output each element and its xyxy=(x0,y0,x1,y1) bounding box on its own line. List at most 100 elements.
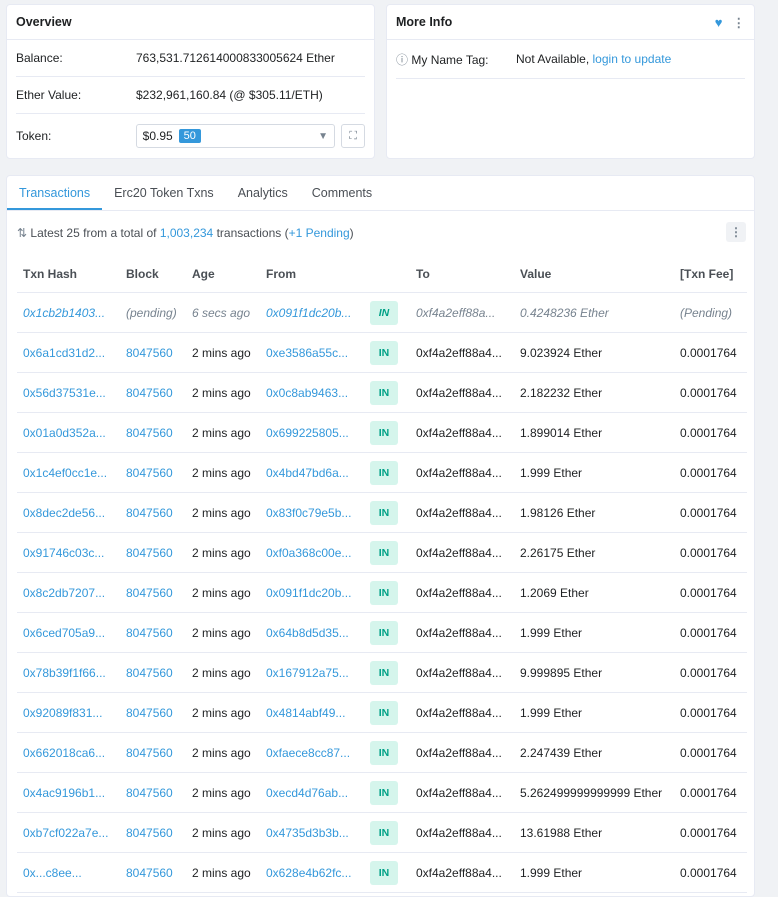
header-txn-hash: Txn Hash xyxy=(17,256,120,293)
from-address-link[interactable]: 0x4bd47bd6a... xyxy=(260,452,364,493)
block-link[interactable]: 8047560 xyxy=(120,652,186,693)
txn-hash-link[interactable]: 0xb7cf022a7e... xyxy=(17,812,120,853)
txn-hash-link[interactable]: 0x1cb2b1403... xyxy=(17,292,120,333)
from-address-link[interactable]: 0x4814abf49... xyxy=(260,692,364,733)
from-address-link[interactable]: 0xecd4d76ab... xyxy=(260,772,364,813)
tab-analytics[interactable]: Analytics xyxy=(226,186,300,210)
from-address-link[interactable]: 0x699225805... xyxy=(260,412,364,453)
overview-title: Overview xyxy=(7,5,374,40)
block-link[interactable]: 8047560 xyxy=(120,852,186,893)
block-link[interactable]: 8047560 xyxy=(120,812,186,853)
txn-fee-cell: 0.0001764 xyxy=(674,732,747,773)
txn-fee-cell: 0.0001764 xyxy=(674,852,747,893)
header-from: From xyxy=(260,256,364,293)
block-link[interactable]: 8047560 xyxy=(120,532,186,573)
tab-comments[interactable]: Comments xyxy=(300,186,384,210)
txn-hash-link[interactable]: 0x01a0d352a... xyxy=(17,412,120,453)
txn-hash-link[interactable]: 0x91746c03c... xyxy=(17,532,120,573)
table-row: 0x01a0d352a... 8047560 2 mins ago 0x6992258… xyxy=(17,412,747,453)
value-cell: 2.26175 Ether xyxy=(514,532,674,573)
table-row: 0x56d37531e... 8047560 2 mins ago 0x0c8ab94… xyxy=(17,372,747,413)
ether-value: $232,961,160.84 (@ $305.11/ETH) xyxy=(136,88,323,102)
txn-hash-link[interactable]: 0x92089f831... xyxy=(17,692,120,733)
txn-fee-cell: (Pending) xyxy=(674,292,747,333)
txn-hash-link[interactable]: 0x56d37531e... xyxy=(17,372,120,413)
txn-hash-link[interactable]: 0x8dec2de56... xyxy=(17,492,120,533)
txn-hash-link[interactable]: 0x78b39f1f66... xyxy=(17,652,120,693)
from-address-link[interactable]: 0x167912a75... xyxy=(260,652,364,693)
kebab-menu-icon[interactable]: ⋮ xyxy=(733,15,746,30)
txn-hash-link[interactable]: 0x8c2db7207... xyxy=(17,572,120,613)
in-badge: IN xyxy=(370,580,398,605)
age-cell: 2 mins ago xyxy=(186,372,260,413)
txn-hash-link[interactable]: 0x1c4ef0cc1e... xyxy=(17,452,120,493)
transactions-table: Txn Hash Block Age From To Value [Txn Fe… xyxy=(17,256,747,893)
block-link[interactable]: 8047560 xyxy=(120,372,186,413)
txn-hash-link[interactable]: 0x6ced705a9... xyxy=(17,612,120,653)
block-link[interactable]: 8047560 xyxy=(120,452,186,493)
block-link[interactable]: 8047560 xyxy=(120,332,186,373)
block-link[interactable]: 8047560 xyxy=(120,412,186,453)
options-menu-icon[interactable]: ⋮ xyxy=(726,222,746,242)
direction-badge: IN xyxy=(364,732,410,773)
age-cell: 2 mins ago xyxy=(186,812,260,853)
from-address-link[interactable]: 0x628e4b62fc... xyxy=(260,852,364,893)
direction-badge: IN xyxy=(364,532,410,573)
name-tag-label: My Name Tag: xyxy=(411,52,489,67)
from-address-link[interactable]: 0xf0a368c00e... xyxy=(260,532,364,573)
to-address: 0xf4a2eff88a4... xyxy=(410,372,514,413)
block-link[interactable]: 8047560 xyxy=(120,732,186,773)
to-address: 0xf4a2eff88a4... xyxy=(410,612,514,653)
tab-erc20-token-txns[interactable]: Erc20 Token Txns xyxy=(102,186,226,210)
token-row: Token: $0.95 50 ▼ ⛶ xyxy=(16,114,366,158)
heart-icon[interactable]: ♥ xyxy=(715,15,723,30)
to-address: 0xf4a2eff88a4... xyxy=(410,852,514,893)
total-transactions-link[interactable]: 1,003,234 xyxy=(160,226,213,240)
more-info-header: More Info ♥ ⋮ xyxy=(387,5,754,40)
header-direction xyxy=(364,256,410,293)
from-address-link[interactable]: 0x83f0c79e5b... xyxy=(260,492,364,533)
txn-fee-cell: 0.0001764 xyxy=(674,772,747,813)
to-address: 0xf4a2eff88a4... xyxy=(410,692,514,733)
token-dropdown[interactable]: $0.95 50 ▼ xyxy=(135,124,336,148)
table-row: 0x6ced705a9... 8047560 2 mins ago 0x64b8d5d… xyxy=(17,612,747,653)
value-cell: 2.182232 Ether xyxy=(514,372,674,413)
block-link[interactable]: 8047560 xyxy=(120,612,186,653)
txn-hash-link[interactable]: 0x6a1cd31d2... xyxy=(17,332,120,373)
value-cell: 1.999 Ether xyxy=(514,692,674,733)
value-cell: 1.999 Ether xyxy=(514,852,674,893)
from-address-link[interactable]: 0xfaece8cc87... xyxy=(260,732,364,773)
to-address: 0xf4a2eff88a4... xyxy=(410,532,514,573)
expand-icon[interactable]: ⛶ xyxy=(341,124,366,148)
txn-hash-link[interactable]: 0x662018ca6... xyxy=(17,732,120,773)
txn-fee-cell: 0.0001764 xyxy=(674,572,747,613)
header-to: To xyxy=(410,256,514,293)
from-address-link[interactable]: 0x091f1dc20b... xyxy=(260,572,364,613)
in-badge: IN xyxy=(370,780,398,805)
from-address-link[interactable]: 0x64b8d5d35... xyxy=(260,612,364,653)
block-link[interactable]: 8047560 xyxy=(120,572,186,613)
table-row: 0x6a1cd31d2... 8047560 2 mins ago 0xe3586a5… xyxy=(17,332,747,373)
from-address-link[interactable]: 0x091f1dc20b... xyxy=(260,292,364,333)
block-link[interactable]: 8047560 xyxy=(120,692,186,733)
table-row: 0x...c8ee... 8047560 2 mins ago 0x628e4b62f… xyxy=(17,852,747,893)
direction-badge: IN xyxy=(364,292,410,333)
balance-value: 763,531.712614000833005624 Ether xyxy=(136,51,335,65)
from-address-link[interactable]: 0x0c8ab9463... xyxy=(260,372,364,413)
table-row: 0x662018ca6... 8047560 2 mins ago 0xfaece8c… xyxy=(17,732,747,773)
to-address: 0xf4a2eff88a4... xyxy=(410,652,514,693)
in-badge: IN xyxy=(370,380,398,405)
to-address: 0xf4a2eff88a4... xyxy=(410,452,514,493)
block-link[interactable]: 8047560 xyxy=(120,492,186,533)
txn-hash-link[interactable]: 0x...c8ee... xyxy=(17,852,120,893)
login-to-update-link[interactable]: login to update xyxy=(593,52,672,66)
table-row: 0x4ac9196b1... 8047560 2 mins ago 0xecd4d76… xyxy=(17,772,747,813)
tab-transactions[interactable]: Transactions xyxy=(7,186,103,210)
pending-link[interactable]: +1 Pending xyxy=(289,226,350,240)
txn-hash-link[interactable]: 0x4ac9196b1... xyxy=(17,772,120,813)
from-address-link[interactable]: 0x4735d3b3b... xyxy=(260,812,364,853)
block-link[interactable]: 8047560 xyxy=(120,772,186,813)
balance-label: Balance: xyxy=(16,51,63,65)
in-badge: IN xyxy=(370,700,398,725)
from-address-link[interactable]: 0xe3586a55c... xyxy=(260,332,364,373)
